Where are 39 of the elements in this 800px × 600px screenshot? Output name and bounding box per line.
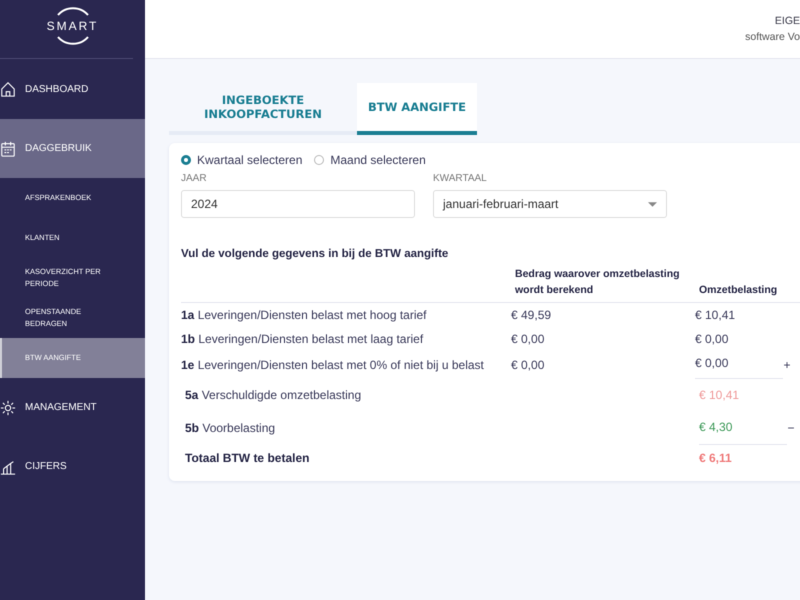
row-label: 5b Voorbelasting	[184, 420, 276, 437]
radio-button[interactable]	[181, 155, 191, 165]
radio-label[interactable]: Kwartaal selecteren	[197, 153, 302, 167]
amount-cell-text: € 49,59	[511, 307, 552, 324]
row-label: 1a Leveringen/Diensten belast met hoog tarief	[181, 307, 428, 324]
amount-cell-text: € 0,00	[511, 357, 546, 374]
tab[interactable]: BTW AANGIFTE	[357, 83, 477, 135]
tax-cell-text: € 6,11	[699, 450, 733, 467]
amount-cell-text: € 0,00	[511, 331, 546, 348]
quarter-dropdown[interactable]: januari-februari-maart	[433, 190, 667, 218]
radio-label[interactable]: Maand selecteren	[330, 153, 426, 167]
field-label: KWARTAAL	[433, 173, 488, 184]
nav-item[interactable]: CIJFERS	[0, 437, 145, 496]
year-field[interactable]: 2024	[181, 190, 415, 218]
radio-button[interactable]	[314, 155, 324, 165]
row-label: 1e Leveringen/Diensten belast met 0% of niet bij u belast	[181, 357, 485, 374]
nav-item[interactable]: DASHBOARD	[0, 59, 145, 119]
calendar-icon	[0, 140, 16, 158]
tax-cell-text: € 10,41	[699, 387, 740, 404]
tax-cell: € 4,30	[699, 411, 787, 445]
user-name: EIGE	[774, 15, 800, 27]
tax-cell-text: € 0,00	[695, 331, 730, 348]
nav-item[interactable]: DAGGEBRUIK	[0, 119, 145, 178]
row-label: Totaal BTW te betalen	[184, 450, 310, 467]
tax-cell: € 0,00	[695, 351, 783, 379]
operator-sign: −	[787, 420, 795, 437]
section-title: Vul de volgende gegevens in bij de BTW aangifte	[181, 248, 450, 260]
field-label: JAAR	[181, 173, 208, 184]
nav-item[interactable]: MANAGEMENT	[0, 378, 145, 437]
caret-icon	[648, 202, 657, 206]
column-header: Omzetbelasting	[699, 283, 778, 298]
column-header: Bedrag waarover omzetbelasting wordt berekend	[515, 267, 681, 298]
row-label: 5a Verschuldigde omzetbelasting	[184, 387, 362, 404]
operator-sign: +	[783, 357, 791, 374]
tax-cell-text: € 10,41	[695, 307, 736, 324]
house-icon	[0, 80, 16, 98]
row-label: 1b Leveringen/Diensten belast met laag tarief	[181, 331, 424, 348]
logo: SMART	[46, 0, 98, 52]
company-name: software Vo	[745, 31, 800, 43]
